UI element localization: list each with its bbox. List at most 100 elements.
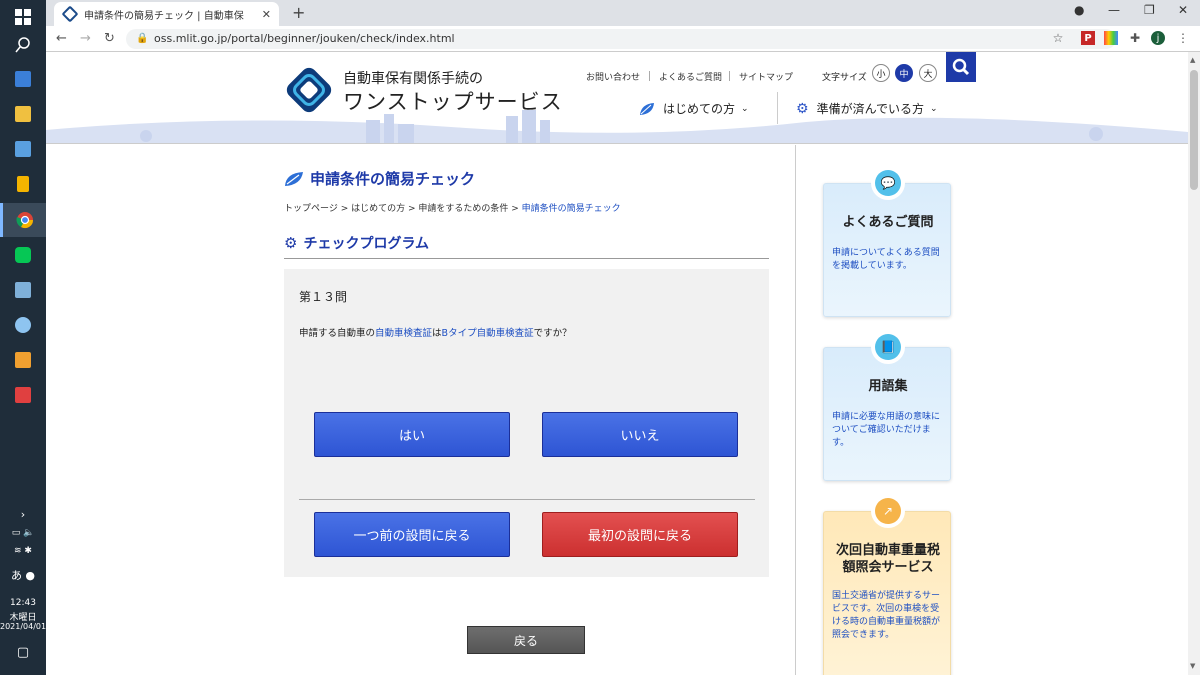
site-search-button[interactable] — [946, 52, 976, 82]
chevron-up-icon[interactable]: › — [0, 508, 46, 521]
app-icon-5[interactable] — [0, 308, 46, 342]
app-icon-1[interactable] — [0, 62, 46, 96]
line-icon[interactable] — [0, 238, 46, 272]
app-icon-7[interactable] — [0, 378, 46, 412]
vehicle-certificate-link[interactable]: 自動車検査証 — [375, 328, 432, 339]
breadcrumb-top[interactable]: トップページ — [284, 204, 338, 214]
network-volume-icons[interactable]: ▭ 🔈 — [0, 528, 46, 538]
chevron-down-icon: ⌄ — [741, 103, 749, 114]
profile-avatar[interactable]: j — [1151, 31, 1165, 45]
section-divider — [284, 258, 769, 259]
link-faq[interactable]: よくあるご質問 — [659, 70, 722, 83]
extension-color-icon[interactable] — [1104, 31, 1118, 45]
site-favicon-icon — [61, 5, 79, 23]
scrollbar-thumb[interactable] — [1190, 70, 1198, 190]
no-button[interactable]: いいえ — [542, 412, 738, 457]
link-contact[interactable]: お問い合わせ — [586, 70, 640, 83]
page-scrollbar[interactable]: ▲ ▼ — [1188, 52, 1200, 675]
browser-tab[interactable]: 申請条件の簡易チェック | 自動車保 ✕ — [54, 2, 279, 26]
menu-kebab-icon[interactable]: ⋮ — [1176, 31, 1190, 45]
question-text-mid: は — [432, 328, 442, 339]
back-button[interactable]: 戻る — [467, 626, 585, 654]
weight-tax-card[interactable]: ↗ 次回自動車重量税額照会サービス 国土交通省が提供するサービスです。次回の車検… — [823, 494, 951, 675]
close-window-icon[interactable]: ✕ — [1178, 3, 1188, 17]
page-title-text: 申請条件の簡易チェック — [310, 170, 476, 188]
scroll-down-icon[interactable]: ▼ — [1190, 662, 1195, 670]
section-title: ⚙ チェックプログラム — [284, 233, 429, 253]
nav-ready[interactable]: ⚙ 準備が済んでいる方 ⌄ — [796, 100, 938, 117]
reload-icon[interactable]: ↻ — [104, 31, 115, 46]
nav-ready-label: 準備が済んでいる方 — [816, 102, 924, 116]
bookmark-star-icon[interactable]: ☆ — [1051, 31, 1065, 45]
section-title-text: チェックプログラム — [303, 236, 430, 252]
chevron-down-icon: ⌄ — [929, 103, 938, 114]
chrome-icon[interactable] — [0, 203, 46, 237]
clock-date[interactable]: 2021/04/01 — [0, 622, 46, 631]
browser-chrome: 申請条件の簡易チェック | 自動車保 ✕ + ● — ❐ ✕ ← → ↻ 🔒 o… — [46, 0, 1200, 52]
file-explorer-icon[interactable] — [0, 97, 46, 131]
minimize-icon[interactable]: — — [1108, 3, 1120, 17]
restore-icon[interactable]: ❐ — [1144, 3, 1155, 17]
faq-card[interactable]: 💬 よくあるご質問 申請についてよくある質問を掲載しています。 — [823, 166, 951, 317]
app-icon-4[interactable] — [0, 273, 46, 307]
glossary-card-title: 用語集 — [868, 379, 908, 394]
speech-bubble-icon: 💬 — [875, 170, 901, 196]
ime-indicator[interactable]: あ ● — [0, 567, 46, 583]
site-logo-icon[interactable] — [283, 64, 335, 116]
question-panel: 第１３問 申請する自動車の自動車検査証はBタイプ自動車検査証ですか？ はい いい… — [284, 269, 769, 577]
notification-icon[interactable]: ▢ — [0, 645, 46, 660]
windows-taskbar: › ▭ 🔈 ≋ ✱ あ ● 12:43 木曜日 2021/04/01 ▢ — [0, 0, 46, 675]
breadcrumb-conditions[interactable]: 申請をするための条件 — [418, 204, 508, 214]
extensions-puzzle-icon[interactable]: ✚ — [1128, 31, 1142, 45]
address-bar[interactable]: 🔒 oss.mlit.go.jp/portal/beginner/jouken/… — [126, 29, 1116, 49]
question-number: 第１３問 — [299, 290, 348, 304]
first-question-button[interactable]: 最初の設問に戻る — [542, 512, 738, 557]
tab-search-icon[interactable]: ● — [1074, 3, 1084, 17]
nav-beginner-label: はじめての方 — [663, 102, 736, 116]
app-icon-3[interactable] — [0, 167, 46, 201]
back-arrow-icon[interactable]: ← — [56, 31, 67, 46]
forward-arrow-icon[interactable]: → — [80, 31, 91, 46]
glossary-card[interactable]: 📘 用語集 申請に必要な用語の意味についてご確認いただけます。 — [823, 330, 951, 481]
nav-beginner[interactable]: はじめての方 ⌄ — [639, 100, 749, 117]
wifi-bluetooth-icons[interactable]: ≋ ✱ — [0, 546, 46, 556]
lock-icon: 🔒 — [136, 33, 149, 44]
site-header: 自動車保有関係手続の ワンストップサービス お問い合わせ よくあるご質問 サイト… — [46, 52, 1188, 144]
breadcrumb-beginner[interactable]: はじめての方 — [351, 204, 405, 214]
logo-title[interactable]: ワンストップサービス — [343, 86, 563, 116]
question-divider — [299, 499, 755, 500]
yes-button[interactable]: はい — [314, 412, 510, 457]
skyline-decoration — [46, 110, 1188, 143]
leaf-icon — [640, 102, 654, 115]
tab-title: 申請条件の簡易チェック | 自動車保 — [84, 10, 244, 22]
font-size-small-button[interactable]: 小 — [872, 64, 890, 82]
glossary-card-icon: 📘 — [871, 330, 905, 364]
glossary-card-description: 申請に必要な用語の意味についてご確認いただけます。 — [832, 412, 941, 448]
previous-question-button[interactable]: 一つ前の設問に戻る — [314, 512, 510, 557]
question-text: 申請する自動車の自動車検査証はBタイプ自動車検査証ですか？ — [299, 325, 572, 339]
font-size-large-button[interactable]: 大 — [919, 64, 937, 82]
app-icon-6[interactable] — [0, 343, 46, 377]
search-icon[interactable] — [0, 28, 46, 62]
faq-card-description: 申請についてよくある質問を掲載しています。 — [832, 248, 940, 271]
logo-subtitle[interactable]: 自動車保有関係手続の — [343, 68, 483, 88]
search-icon — [952, 58, 970, 76]
font-size-medium-button[interactable]: 中 — [895, 64, 913, 82]
web-page: 自動車保有関係手続の ワンストップサービス お問い合わせ よくあるご質問 サイト… — [46, 52, 1188, 675]
clock-time[interactable]: 12:43 — [0, 598, 46, 608]
tab-close-icon[interactable]: ✕ — [262, 8, 271, 21]
app-icon-2[interactable] — [0, 132, 46, 166]
link-sitemap[interactable]: サイトマップ — [739, 70, 793, 83]
page-title: 申請条件の簡易チェック — [284, 168, 475, 189]
weight-tax-card-title: 次回自動車重量税額照会サービス — [835, 543, 940, 575]
link-separator — [729, 71, 730, 81]
scroll-up-icon[interactable]: ▲ — [1190, 56, 1195, 64]
book-icon: 📘 — [875, 334, 901, 360]
nav-separator — [777, 92, 778, 124]
browser-toolbar: ← → ↻ 🔒 oss.mlit.go.jp/portal/beginner/j… — [46, 26, 1200, 52]
b-type-certificate-link[interactable]: Bタイプ自動車検査証 — [442, 328, 534, 339]
new-tab-icon[interactable]: + — [292, 3, 305, 22]
leaf-icon — [285, 171, 303, 186]
extension-p-icon[interactable]: P — [1081, 31, 1095, 45]
weight-tax-card-description: 国土交通省が提供するサービスです。次回の車検を受ける時の自動車重量税額が照会でき… — [832, 591, 941, 640]
